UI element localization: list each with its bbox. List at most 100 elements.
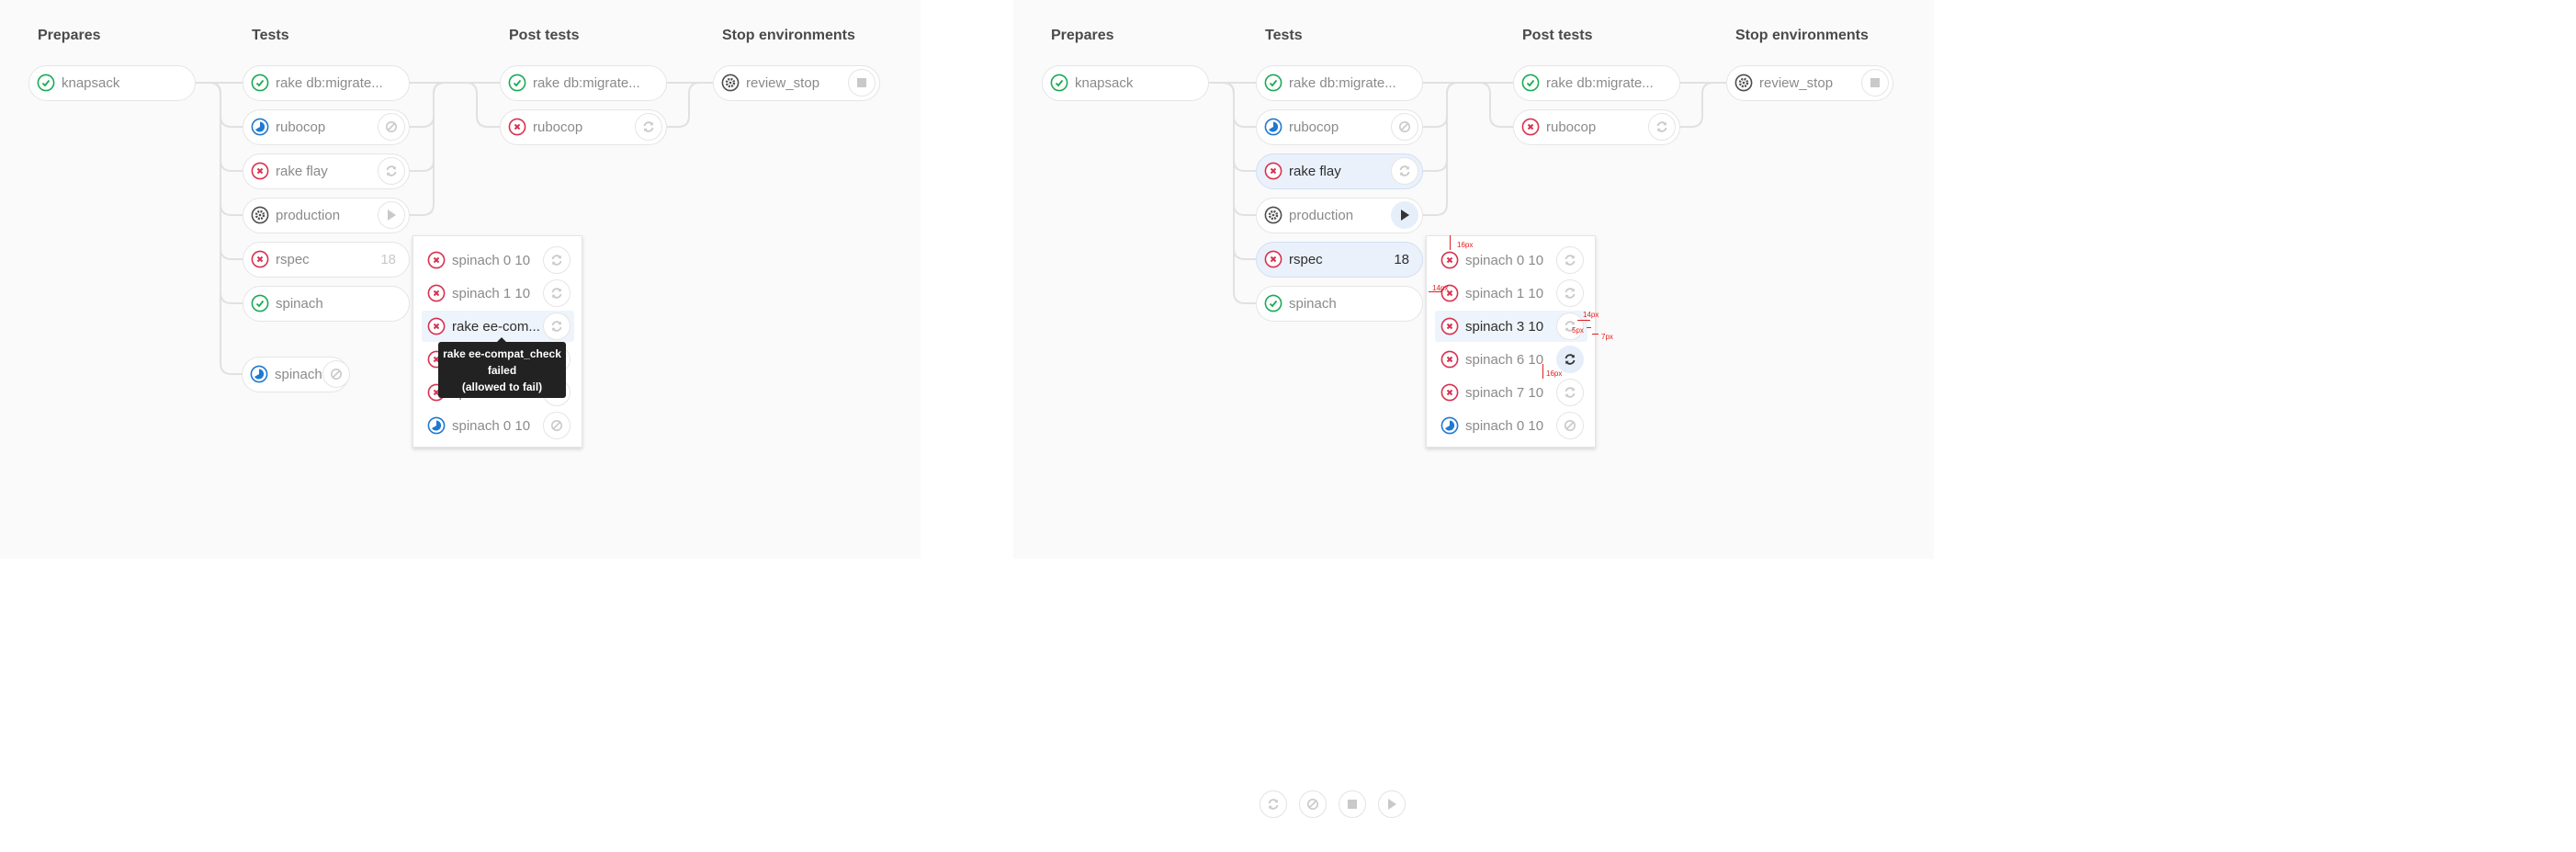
- success-status-icon: [1050, 74, 1068, 92]
- job-name: rake flay: [276, 163, 328, 179]
- connector-line: [1209, 82, 1256, 216]
- job-name: spinach: [1289, 295, 1337, 312]
- running-status-icon: [251, 118, 269, 136]
- measurement-annotation: 16px: [1457, 241, 1474, 249]
- connector-line: [1447, 82, 1513, 128]
- retry-button[interactable]: [1556, 279, 1584, 307]
- running-status-icon: [250, 365, 268, 383]
- dropdown-job-item[interactable]: spinach 0 10: [1435, 410, 1587, 441]
- job-name: spinach 7 10: [1465, 384, 1544, 401]
- job-pill[interactable]: rake db:migrate...: [1513, 64, 1680, 101]
- job-name: spinach: [275, 366, 322, 382]
- failed-status-icon: [1521, 118, 1540, 136]
- job-pill[interactable]: rake flay: [243, 153, 410, 189]
- retry-button[interactable]: [543, 312, 571, 340]
- stop-icon: [1870, 78, 1880, 87]
- measurement-line: [1429, 291, 1441, 292]
- dropdown-job-item[interactable]: spinach 7 10: [1435, 377, 1587, 408]
- job-pill[interactable]: production: [1256, 197, 1423, 233]
- retry-button[interactable]: [1556, 246, 1584, 274]
- cancel-icon: [386, 121, 397, 132]
- stage-title: Post tests: [509, 28, 580, 43]
- cancel-button[interactable]: [543, 412, 571, 439]
- job-pill[interactable]: rubocop: [500, 108, 667, 145]
- play-icon: [388, 210, 396, 221]
- dropdown-job-item[interactable]: spinach 1 10: [422, 278, 574, 309]
- job-name: spinach 0 10: [452, 252, 531, 268]
- measurement-annotation: 14px: [1583, 311, 1599, 319]
- job-pill[interactable]: rubocop: [1513, 108, 1680, 145]
- play-icon: [1401, 210, 1409, 221]
- failed-status-icon: [1441, 350, 1459, 369]
- job-name: rubocop: [1546, 119, 1597, 135]
- job-pill[interactable]: rspec 18: [243, 241, 410, 278]
- cancel-icon: [1399, 121, 1410, 132]
- stop-button[interactable]: [1339, 790, 1366, 818]
- retry-button[interactable]: [635, 113, 662, 141]
- job-pill[interactable]: spinach: [243, 285, 410, 322]
- job-pill[interactable]: knapsack: [1042, 64, 1209, 101]
- cancel-button[interactable]: [1556, 412, 1584, 439]
- job-name: spinach 1 10: [452, 285, 531, 301]
- job-name: rake ee-com...: [452, 318, 540, 335]
- connector-line: [409, 82, 500, 128]
- job-pill[interactable]: review_stop: [713, 64, 880, 101]
- retry-button[interactable]: [1648, 113, 1676, 141]
- failed-status-icon: [1441, 383, 1459, 402]
- job-name: rake db:migrate...: [276, 74, 383, 91]
- retry-button[interactable]: [1556, 379, 1584, 406]
- job-pill[interactable]: production: [243, 197, 410, 233]
- pipeline-graph-panel: Prepares knapsack Tests rake db:migrate... r…: [1013, 0, 1934, 559]
- dropdown-job-item[interactable]: spinach 0 10: [1435, 244, 1587, 276]
- cancel-button[interactable]: [322, 360, 350, 388]
- job-count: 18: [380, 251, 396, 267]
- measurement-annotation: 5px: [1572, 326, 1584, 335]
- retry-icon: [643, 121, 654, 132]
- success-status-icon: [251, 74, 269, 92]
- job-pill[interactable]: rubocop: [243, 108, 410, 145]
- cancel-button[interactable]: [378, 113, 405, 141]
- failed-status-icon: [508, 118, 526, 136]
- stage-title: Stop environments: [722, 28, 855, 43]
- connector-line: [409, 82, 500, 216]
- job-pill[interactable]: spinach: [1256, 285, 1423, 322]
- cancel-icon: [330, 369, 342, 380]
- job-pill[interactable]: knapsack: [28, 64, 196, 101]
- cancel-button[interactable]: [1299, 790, 1327, 818]
- stop-button[interactable]: [848, 69, 876, 97]
- stage-title: Prepares: [1051, 28, 1114, 43]
- retry-button[interactable]: [1391, 157, 1418, 185]
- job-pill[interactable]: review_stop: [1726, 64, 1893, 101]
- failed-status-icon: [1441, 251, 1459, 269]
- job-pill[interactable]: rspec 18: [1256, 241, 1423, 278]
- success-status-icon: [251, 294, 269, 312]
- retry-button[interactable]: [378, 157, 405, 185]
- dropdown-job-item[interactable]: spinach 6 10: [1435, 344, 1587, 375]
- play-button[interactable]: [378, 201, 405, 229]
- job-pill[interactable]: spinach: [242, 356, 350, 392]
- dropdown-job-item[interactable]: spinach 1 10: [1435, 278, 1587, 309]
- play-button[interactable]: [1378, 790, 1406, 818]
- retry-button[interactable]: [543, 246, 571, 274]
- tooltip-line: failed: [487, 364, 517, 377]
- tooltip-line: (allowed to fail): [461, 381, 543, 393]
- dropdown-job-item[interactable]: spinach 3 10: [1435, 311, 1587, 342]
- stage-title: Post tests: [1522, 28, 1593, 43]
- job-pill[interactable]: rake flay: [1256, 153, 1423, 189]
- job-name: spinach 1 10: [1465, 285, 1544, 301]
- manual-status-icon: [1734, 74, 1753, 92]
- job-pill[interactable]: rake db:migrate...: [500, 64, 667, 101]
- retry-button[interactable]: [1260, 790, 1287, 818]
- job-name: rake db:migrate...: [1289, 74, 1396, 91]
- stop-button[interactable]: [1861, 69, 1889, 97]
- cancel-button[interactable]: [1391, 113, 1418, 141]
- connector-line: [1680, 82, 1726, 128]
- measurement-line: [1592, 334, 1599, 335]
- job-pill[interactable]: rake db:migrate...: [243, 64, 410, 101]
- job-pill[interactable]: rubocop: [1256, 108, 1423, 145]
- retry-button[interactable]: [543, 279, 571, 307]
- dropdown-job-item[interactable]: spinach 0 10: [422, 244, 574, 276]
- job-pill[interactable]: rake db:migrate...: [1256, 64, 1423, 101]
- dropdown-job-item[interactable]: spinach 0 10: [422, 410, 574, 441]
- play-button[interactable]: [1391, 201, 1418, 229]
